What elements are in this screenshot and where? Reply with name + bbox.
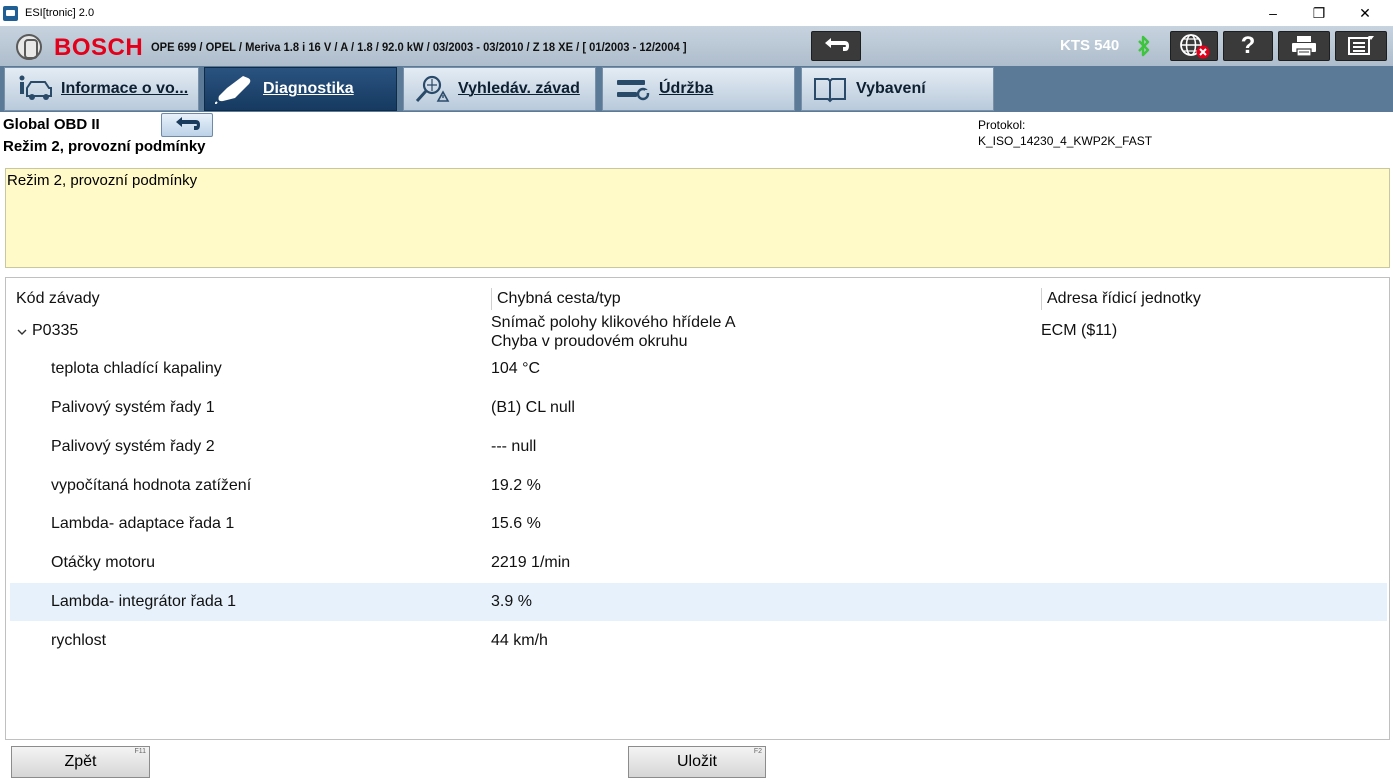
table-row[interactable]: Otáčky motoru 2219 1/min (10, 544, 1387, 582)
tab-equipment-label: Vybavení (856, 80, 926, 97)
page-subtitle: Režim 2, provozní podmínky (3, 138, 206, 155)
page-title: Global OBD II (3, 116, 100, 133)
table-row[interactable]: teplota chladící kapaliny 104 °C (10, 350, 1387, 388)
param-name: Lambda- integrátor řada 1 (51, 593, 236, 610)
back-arrow-icon (176, 117, 200, 130)
minimize-button[interactable]: – (1250, 0, 1296, 26)
back-button-shortcut: F11 (134, 748, 146, 755)
param-name: rychlost (51, 632, 107, 649)
tab-maintenance-label: Údržba (659, 80, 714, 97)
tab-vehicle-info-label: Informace o vo... (61, 80, 189, 97)
save-button[interactable]: Uložit F2 (628, 746, 766, 778)
fault-description-line1: Snímač polohy klikového hřídele A (491, 314, 736, 331)
table-row[interactable]: Palivový systém řady 2 --- null (10, 428, 1387, 466)
param-name: vypočítaná hodnota zatížení (51, 477, 252, 494)
window-title: ESI[tronic] 2.0 (25, 7, 95, 19)
tab-vehicle-info[interactable]: Informace o vo... (4, 67, 199, 111)
tab-equipment[interactable]: Vybavení (801, 67, 994, 111)
print-button[interactable] (1278, 31, 1330, 61)
param-name: teplota chladící kapaliny (51, 360, 222, 377)
info-back-button[interactable] (161, 113, 213, 137)
description-text: Režim 2, provozní podmínky (7, 172, 198, 189)
table-row[interactable]: Lambda- adaptace řada 1 15.6 % (10, 505, 1387, 543)
brand-name: BOSCH (54, 34, 144, 61)
column-divider (491, 288, 492, 310)
table-row[interactable]: vypočítaná hodnota zatížení 19.2 % (10, 467, 1387, 505)
maximize-button[interactable]: ❐ (1296, 0, 1342, 26)
footer-bar: Zpět F11 Uložit F2 (0, 740, 1393, 782)
tab-maintenance[interactable]: Údržba (602, 67, 795, 111)
menu-list-icon (1348, 36, 1374, 55)
vehicle-info: OPE 699 / OPEL / Meriva 1.8 i 16 V / A /… (151, 40, 687, 54)
help-button[interactable]: ? (1223, 31, 1273, 61)
param-value: 19.2 % (491, 477, 541, 494)
fault-code: P0335 (32, 322, 79, 339)
table-row[interactable]: rychlost 44 km/h (10, 622, 1387, 660)
param-name: Lambda- adaptace řada 1 (51, 515, 235, 532)
param-value: (B1) CL null (491, 399, 575, 416)
param-value: 44 km/h (491, 632, 548, 649)
protocol-label: Protokol: (978, 118, 1026, 132)
table-row-selected[interactable]: Lambda- integrátor řada 1 3.9 % (10, 583, 1387, 621)
fault-table: Kód závady Chybná cesta/typ Adresa řídic… (5, 277, 1390, 740)
chevron-down-icon[interactable] (16, 326, 28, 338)
tab-bar: Informace o vo... Diagnostika Vyhledáv. … (0, 66, 1393, 112)
description-panel: Režim 2, provozní podmínky (5, 168, 1390, 268)
tab-fault-search[interactable]: Vyhledáv. závad (403, 67, 596, 111)
fault-ecu-address: ECM ($11) (1041, 322, 1118, 339)
header-back-button[interactable] (811, 31, 861, 61)
tab-fault-search-label: Vyhledáv. závad (458, 80, 580, 97)
param-value: 2219 1/min (491, 554, 571, 571)
book-icon (814, 78, 846, 103)
globe-disconnected-icon (1180, 34, 1210, 59)
wrench-icon (617, 80, 650, 101)
title-bar: ESI[tronic] 2.0 – ❐ ✕ (0, 0, 1393, 26)
printer-icon (1292, 36, 1316, 57)
table-row[interactable]: Palivový systém řady 1 (B1) CL null (10, 389, 1387, 427)
column-header-ecu-address[interactable]: Adresa řídicí jednotky (1047, 290, 1201, 308)
close-button[interactable]: ✕ (1342, 0, 1388, 26)
vehicle-info-icon (19, 75, 52, 100)
back-button[interactable]: Zpět F11 (11, 746, 150, 778)
app-icon (3, 6, 18, 21)
fault-row[interactable]: P0335 Snímač polohy klikového hřídele A … (6, 314, 1389, 354)
column-header-fault-code[interactable]: Kód závady (16, 290, 100, 308)
save-button-label: Uložit (676, 753, 717, 770)
info-bar: Global OBD II Režim 2, provozní podmínky… (0, 112, 1393, 168)
back-button-label: Zpět (64, 753, 97, 770)
back-arrow-icon (825, 38, 849, 51)
param-name: Otáčky motoru (51, 554, 156, 571)
column-header-fault-path[interactable]: Chybná cesta/typ (497, 290, 621, 308)
bluetooth-icon (1138, 35, 1150, 57)
column-divider (1041, 288, 1042, 310)
fault-search-icon (415, 75, 450, 103)
tab-diagnostics-label: Diagnostika (263, 80, 354, 97)
network-button[interactable] (1170, 31, 1218, 61)
app-header: BOSCH OPE 699 / OPEL / Meriva 1.8 i 16 V… (0, 26, 1393, 66)
tab-diagnostics[interactable]: Diagnostika (204, 67, 397, 111)
fault-description-line2: Chyba v proudovém okruhu (491, 333, 688, 350)
bosch-logo-icon (16, 34, 42, 60)
device-name: KTS 540 (1060, 37, 1120, 54)
help-label: ? (1240, 32, 1256, 59)
param-name: Palivový systém řady 2 (51, 438, 215, 455)
param-value: 15.6 % (491, 515, 541, 532)
param-value: 104 °C (491, 360, 541, 377)
diagnostic-plug-icon (215, 76, 251, 104)
param-value: --- null (491, 438, 537, 455)
app-window: ESI[tronic] 2.0 – ❐ ✕ BOSCH OPE 699 / OP… (0, 0, 1393, 782)
param-name: Palivový systém řady 1 (51, 399, 215, 416)
menu-button[interactable] (1335, 31, 1387, 61)
param-value: 3.9 % (491, 593, 532, 610)
save-button-shortcut: F2 (753, 748, 762, 755)
protocol-value: K_ISO_14230_4_KWP2K_FAST (978, 134, 1153, 148)
